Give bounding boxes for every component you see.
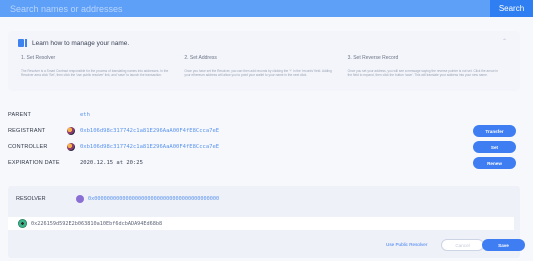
resolver-address[interactable]: 0x00000000000000000000000000000000000000… xyxy=(88,196,219,202)
learn-panel: Learn how to manage your name. ⌃ 1. Set … xyxy=(8,31,520,91)
registrant-address[interactable]: 0xb106d98c317742c1a81E296AaA00F4fE8Ccca7… xyxy=(80,128,219,134)
controller-avatar xyxy=(67,143,75,151)
step-title: 1. Set Resolver xyxy=(21,55,56,61)
expiration-label: EXPIRATION DATE xyxy=(8,160,60,166)
search-bar: Search xyxy=(0,0,533,17)
transfer-button[interactable]: Transfer xyxy=(473,125,516,137)
resolver-label: RESOLVER xyxy=(16,196,46,202)
resolver-card: RESOLVER 0x00000000000000000000000000000… xyxy=(8,186,525,258)
search-input[interactable] xyxy=(0,0,490,17)
controller-label: CONTROLLER xyxy=(8,144,48,150)
search-button[interactable]: Search xyxy=(490,0,533,17)
learn-header[interactable]: Learn how to manage your name. xyxy=(18,39,129,47)
renew-button[interactable]: Renew xyxy=(473,157,516,169)
step-set-reverse-record: 3. Set Reverse Record Once you set your … xyxy=(348,55,511,78)
step-body: The Resolver is a Smart Contract respons… xyxy=(21,69,169,78)
parent-label: PARENT xyxy=(8,112,32,118)
step-body: Once you set your address, you will see … xyxy=(347,69,498,78)
cancel-button[interactable]: Cancel xyxy=(441,239,484,251)
book-icon xyxy=(18,39,28,47)
use-public-resolver-link[interactable]: Use Public Resolver xyxy=(386,242,427,247)
step-title: 2. Set Address xyxy=(184,55,217,61)
resolver-address-input[interactable] xyxy=(8,217,514,230)
step-set-resolver: 1. Set Resolver The Resolver is a Smart … xyxy=(21,55,184,78)
controller-address[interactable]: 0xb106d98c317742c1a81E296AaA00F4fE8Ccca7… xyxy=(80,144,219,150)
expiration-value: 2020.12.15 at 20:25 xyxy=(80,160,143,166)
step-title: 3. Set Reverse Record xyxy=(347,55,399,61)
step-set-address: 2. Set Address Once you have set the Res… xyxy=(184,55,347,78)
step-body: Once you have set the Resolver, you can … xyxy=(184,69,332,78)
parent-value[interactable]: eth xyxy=(80,112,90,118)
learn-title: Learn how to manage your name. xyxy=(32,39,130,47)
set-controller-button[interactable]: Set xyxy=(473,141,516,153)
address-avatar-icon xyxy=(18,219,27,228)
steps: 1. Set Resolver The Resolver is a Smart … xyxy=(21,55,511,78)
resolver-avatar xyxy=(76,195,84,203)
registrant-avatar xyxy=(67,127,75,135)
chevron-up-icon[interactable]: ⌃ xyxy=(502,39,508,45)
save-button[interactable]: Save xyxy=(482,239,525,251)
registrant-label: REGISTRANT xyxy=(8,128,46,134)
